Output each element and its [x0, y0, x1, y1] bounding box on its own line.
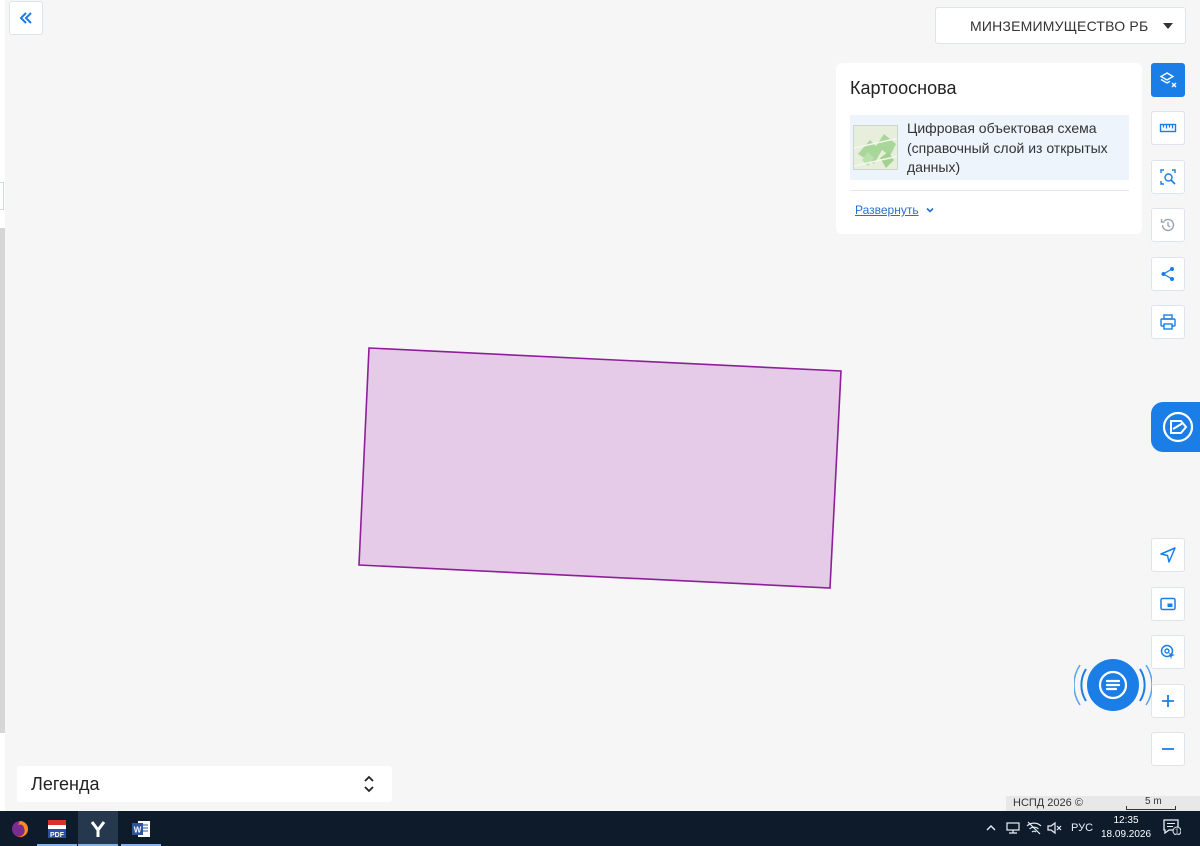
- legend-panel[interactable]: Легенда: [17, 766, 392, 802]
- expand-link[interactable]: Развернуть: [855, 203, 935, 217]
- basemap-layer-item[interactable]: Цифровая объектовая схема (справочный сл…: [850, 115, 1129, 180]
- expand-collapse-icon: [364, 775, 374, 793]
- wifi-off-icon: [1026, 821, 1042, 835]
- word-icon: W: [132, 820, 150, 837]
- expand-link-label: Развернуть: [855, 203, 919, 217]
- minimap-icon: [1160, 597, 1176, 611]
- history-icon: [1160, 218, 1175, 232]
- zoom-in-button[interactable]: [1151, 684, 1185, 718]
- taskbar-app-yandex[interactable]: [78, 811, 118, 846]
- chevron-up-icon: [986, 825, 996, 831]
- map-attribution: НСПД 2026 © 5 m: [1006, 796, 1200, 811]
- zoom-in-icon: [1162, 695, 1174, 707]
- print-button[interactable]: [1151, 305, 1185, 339]
- attribution-text: НСПД 2026 ©: [1013, 797, 1083, 809]
- services-tab[interactable]: [1151, 402, 1200, 452]
- locate-icon: [1160, 644, 1175, 659]
- navigate-button[interactable]: [1151, 538, 1185, 572]
- chat-button[interactable]: [1087, 659, 1139, 711]
- zoom-out-button[interactable]: [1151, 732, 1185, 766]
- nspd-logo-icon: [1162, 411, 1193, 443]
- taskbar: PDF W РУС 12:35 18.09.2026 1: [0, 811, 1200, 846]
- double-chevron-left-icon: [19, 12, 32, 24]
- scale-bar: [1126, 806, 1176, 810]
- organization-select[interactable]: МИНЗЕМИМУЩЕСТВО РБ: [935, 7, 1186, 44]
- basemap-thumbnail: [853, 125, 898, 170]
- zoom-out-icon: [1162, 748, 1174, 750]
- chat-icon: [1098, 670, 1128, 700]
- land-parcel[interactable]: [358, 347, 842, 589]
- basemap-panel: Картооснова Цифровая объектовая схема (с…: [836, 63, 1142, 234]
- caret-down-icon: [1163, 23, 1173, 29]
- yandex-browser-icon: [90, 820, 106, 837]
- area-search-button[interactable]: [1151, 160, 1185, 194]
- layers-clear-icon: [1159, 72, 1177, 88]
- taskbar-app-firefox[interactable]: [0, 811, 40, 846]
- notification-count: 1: [1175, 829, 1179, 835]
- tray-network[interactable]: [1005, 821, 1021, 835]
- chevron-down-icon: [926, 207, 934, 213]
- tray-notifications[interactable]: 1: [1163, 819, 1181, 835]
- chat-widget: [1074, 653, 1152, 717]
- tray-wifi[interactable]: [1026, 821, 1042, 835]
- share-icon: [1161, 267, 1174, 281]
- share-button[interactable]: [1151, 257, 1185, 291]
- divider: [850, 190, 1129, 191]
- legend-label: Легенда: [31, 773, 100, 794]
- minimap-button[interactable]: [1151, 587, 1185, 621]
- basemap-layer-label: Цифровая объектовая схема (справочный сл…: [907, 120, 1108, 175]
- print-icon: [1160, 314, 1176, 330]
- organization-select-value: МИНЗЕМИМУЩЕСТВО РБ: [970, 17, 1149, 34]
- collapse-panel-button[interactable]: [9, 1, 43, 35]
- ruler-icon: [1159, 123, 1177, 133]
- network-icon: [1006, 822, 1020, 834]
- tray-show-hidden[interactable]: [985, 821, 997, 835]
- layers-button[interactable]: [1151, 63, 1185, 97]
- tray-volume[interactable]: [1046, 821, 1062, 835]
- basemap-title: Картооснова: [850, 78, 957, 98]
- clock-time: 12:35: [1113, 815, 1139, 826]
- volume-mute-icon: [1047, 821, 1062, 835]
- tray-language[interactable]: РУС: [1071, 821, 1093, 835]
- notification-icon: 1: [1163, 819, 1181, 835]
- tray-clock[interactable]: 12:35 18.09.2026: [1101, 814, 1151, 841]
- area-search-icon: [1160, 169, 1176, 185]
- svg-text:PDF: PDF: [50, 832, 65, 839]
- taskbar-app-word[interactable]: W: [121, 811, 161, 846]
- firefox-icon: [12, 820, 29, 837]
- locate-button[interactable]: [1151, 635, 1185, 669]
- history-button[interactable]: [1151, 208, 1185, 242]
- navigate-icon: [1160, 547, 1176, 563]
- taskbar-app-pdf[interactable]: PDF: [37, 811, 77, 846]
- clock-date: 18.09.2026: [1101, 828, 1152, 840]
- measure-button[interactable]: [1151, 111, 1185, 145]
- pdf-editor-icon: PDF: [48, 819, 66, 839]
- svg-text:W: W: [134, 825, 142, 834]
